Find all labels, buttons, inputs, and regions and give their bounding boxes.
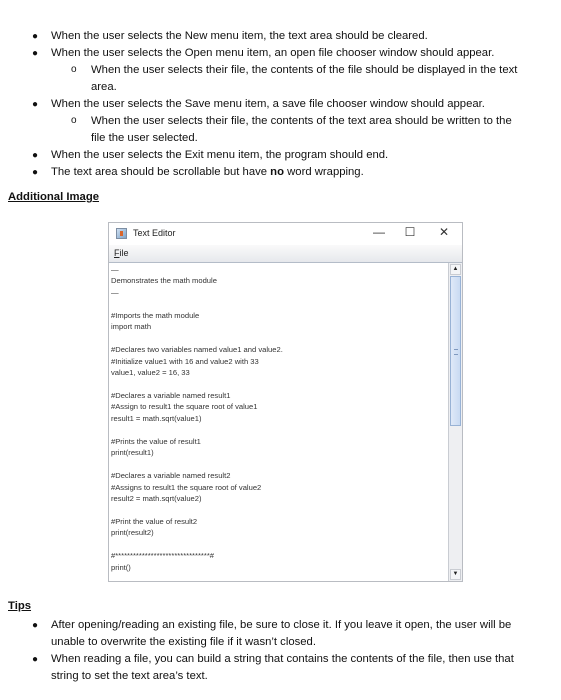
text-line: #Declares two variables named value1 and… (111, 345, 283, 355)
text-line: print(result2) (111, 528, 154, 538)
maximize-button[interactable]: ☐ (401, 225, 419, 239)
scroll-up-button[interactable]: ▲ (450, 264, 461, 275)
text-line: #Assigns to result1 the square root of v… (111, 482, 262, 492)
minimize-button[interactable]: — (370, 225, 388, 239)
vertical-scrollbar[interactable]: ▲ ▼ (448, 263, 462, 581)
close-button[interactable]: ✕ (435, 225, 453, 239)
additional-image-heading: Additional Image (8, 191, 100, 203)
requirement-item: ● The text area should be scrollable but … (32, 164, 541, 181)
bullet-icon: ● (32, 48, 39, 59)
circle-bullet-icon: o (71, 115, 77, 126)
window-title: Text Editor (133, 228, 176, 238)
text-line: #Declares a variable named result2 (111, 471, 231, 481)
scroll-down-button[interactable]: ▼ (450, 569, 461, 580)
text-line: #Declares a variable named result1 (111, 390, 231, 400)
sub-requirement-item: o When the user selects their file, the c… (71, 113, 546, 130)
tip-continuation: string to set the text area’s text. (51, 670, 208, 682)
grip-icon (454, 349, 458, 355)
text-line: print() (111, 562, 131, 572)
tips-heading: Tips (8, 600, 32, 612)
text-line: #Assign to result1 the square root of va… (111, 402, 258, 412)
bullet-icon: ● (32, 167, 39, 178)
bullet-icon: ● (32, 150, 39, 161)
text-line: — (111, 287, 119, 297)
bullet-icon: ● (32, 654, 39, 665)
tip-item: ● When reading a file, you can build a st… (32, 651, 541, 668)
sub-requirement-item: o When the user selects their file, the c… (71, 62, 546, 79)
text-area[interactable]: — Demonstrates the math module — #Imports t… (109, 263, 448, 581)
requirement-item: ● When the user selects the Exit menu ite… (32, 147, 541, 164)
bullet-icon: ● (32, 620, 39, 631)
circle-bullet-icon: o (71, 64, 77, 75)
sub-requirement-continuation: file the user selected. (91, 132, 198, 144)
bullet-icon: ● (32, 31, 39, 42)
java-app-icon (116, 228, 127, 239)
text-line: import math (111, 322, 152, 332)
text-line: result1 = math.sqrt(value1) (111, 413, 202, 423)
requirement-item: ● When the user selects the New menu item… (32, 28, 541, 45)
text-line: — (111, 265, 119, 274)
text-line: #Prints the value of result1 (111, 436, 201, 446)
text-line: Demonstrates the math module (111, 276, 217, 286)
scroll-thumb[interactable] (450, 276, 461, 426)
text-editor-window: Text Editor — ☐ ✕ File — Demonstrates the… (108, 222, 463, 582)
requirement-item: ● When the user selects the Save menu ite… (32, 96, 541, 113)
sub-requirement-continuation: area. (91, 81, 117, 93)
text-line: print(result1) (111, 448, 154, 458)
text-line: result2 = math.sqrt(value2) (111, 494, 202, 503)
menu-bar: File (109, 245, 462, 263)
text-line: #Initialize value1 with 16 and value2 wi… (111, 356, 259, 366)
menu-file[interactable]: File (114, 248, 129, 258)
tip-continuation: unable to overwrite the existing file if… (51, 636, 316, 648)
requirement-item: ● When the user selects the Open menu ite… (32, 45, 541, 62)
text-line: #********************************# (111, 551, 215, 561)
tip-item: ● After opening/reading an existing file,… (32, 617, 541, 634)
text-line: #Imports the math module (111, 310, 200, 320)
text-line: #Print the value of result2 (111, 516, 198, 526)
title-bar[interactable]: Text Editor — ☐ ✕ (109, 223, 462, 245)
text-line: value1, value2 = 16, 33 (111, 368, 190, 378)
bullet-icon: ● (32, 99, 39, 110)
